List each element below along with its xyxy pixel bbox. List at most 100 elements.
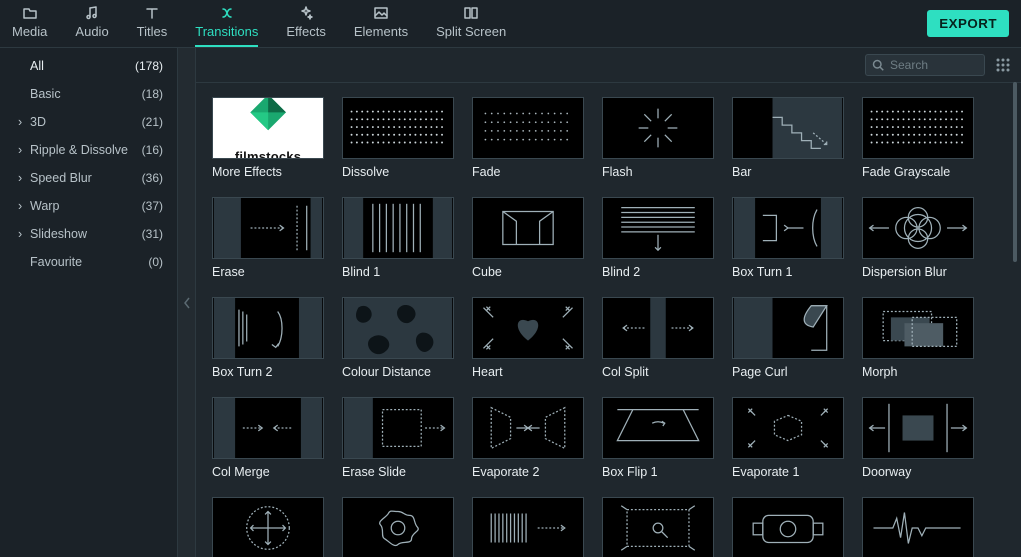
tab-elements[interactable]: Elements bbox=[354, 5, 408, 47]
category-ripple-dissolve[interactable]: ›Ripple & Dissolve(16) bbox=[0, 136, 177, 164]
category-label: Speed Blur bbox=[30, 171, 92, 185]
transition-item[interactable] bbox=[212, 497, 324, 557]
thumbnail bbox=[862, 197, 974, 259]
sidebar-collapse-handle[interactable] bbox=[178, 48, 196, 557]
transition-item[interactable]: Erase bbox=[212, 197, 324, 279]
transition-item[interactable]: Morph bbox=[862, 297, 974, 379]
tab-titles[interactable]: Titles bbox=[137, 5, 168, 47]
transition-label: Fade Grayscale bbox=[862, 165, 974, 179]
category-slideshow[interactable]: ›Slideshow(31) bbox=[0, 220, 177, 248]
thumbnail bbox=[732, 97, 844, 159]
transition-label: Cube bbox=[472, 265, 584, 279]
transition-label: Doorway bbox=[862, 465, 974, 479]
transition-item[interactable]: Doorway bbox=[862, 397, 974, 479]
chevron-right-icon: › bbox=[18, 199, 26, 213]
tab-effects[interactable]: Effects bbox=[286, 5, 326, 47]
transition-label: Box Turn 2 bbox=[212, 365, 324, 379]
transition-grid[interactable]: filmstocksMore EffectsDissolveFadeFlashB… bbox=[196, 83, 1021, 557]
category-count: (36) bbox=[142, 171, 163, 185]
search-box[interactable] bbox=[865, 54, 985, 76]
transition-label: Heart bbox=[472, 365, 584, 379]
export-button[interactable]: EXPORT bbox=[927, 10, 1009, 37]
transition-item[interactable] bbox=[342, 497, 454, 557]
thumbnail bbox=[602, 97, 714, 159]
tab-label: Audio bbox=[75, 24, 108, 39]
category-count: (0) bbox=[148, 255, 163, 269]
transition-item[interactable]: Erase Slide bbox=[342, 397, 454, 479]
thumbnail bbox=[732, 197, 844, 259]
transition-item[interactable] bbox=[862, 497, 974, 557]
transition-item[interactable]: Box Turn 1 bbox=[732, 197, 844, 279]
category-sidebar: All (178) Basic (18) ›3D(21)›Ripple & Dissol… bbox=[0, 48, 178, 557]
transition-item[interactable]: filmstocksMore Effects bbox=[212, 97, 324, 179]
transition-item[interactable]: Evaporate 1 bbox=[732, 397, 844, 479]
transition-label: Blind 1 bbox=[342, 265, 454, 279]
transition-label: Dispersion Blur bbox=[862, 265, 974, 279]
transition-item[interactable]: Box Flip 1 bbox=[602, 397, 714, 479]
category-all[interactable]: All (178) bbox=[0, 52, 177, 80]
transition-item[interactable] bbox=[602, 497, 714, 557]
chevron-right-icon: › bbox=[18, 143, 26, 157]
transition-item[interactable]: Fade Grayscale bbox=[862, 97, 974, 179]
category-favourite[interactable]: Favourite (0) bbox=[0, 248, 177, 276]
category-label: Slideshow bbox=[30, 227, 87, 241]
transition-item[interactable]: Page Curl bbox=[732, 297, 844, 379]
category-label: Warp bbox=[30, 199, 59, 213]
transition-item[interactable] bbox=[732, 497, 844, 557]
transition-item[interactable]: Bar bbox=[732, 97, 844, 179]
transition-item[interactable]: Dispersion Blur bbox=[862, 197, 974, 279]
category-label: Favourite bbox=[30, 255, 82, 269]
tab-list: Media Audio Titles Transitions Effects Elemen… bbox=[12, 0, 506, 47]
chevron-right-icon: › bbox=[18, 227, 26, 241]
thumbnail bbox=[342, 297, 454, 359]
category-basic[interactable]: Basic (18) bbox=[0, 80, 177, 108]
main-toolbar bbox=[196, 48, 1021, 83]
thumbnail bbox=[602, 297, 714, 359]
transition-item[interactable]: Col Merge bbox=[212, 397, 324, 479]
category-speed-blur[interactable]: › Speed Blur (36) bbox=[0, 164, 177, 192]
thumbnail bbox=[212, 397, 324, 459]
transition-item[interactable]: Flash bbox=[602, 97, 714, 179]
chevron-right-icon: › bbox=[18, 171, 26, 185]
category-label: Basic bbox=[30, 87, 61, 101]
transition-item[interactable]: Cube bbox=[472, 197, 584, 279]
thumbnail bbox=[862, 497, 974, 557]
category-label: All bbox=[30, 59, 44, 73]
tab-audio[interactable]: Audio bbox=[75, 5, 108, 47]
thumbnail bbox=[602, 197, 714, 259]
transition-item[interactable] bbox=[472, 497, 584, 557]
transition-item[interactable]: Colour Distance bbox=[342, 297, 454, 379]
transition-item[interactable]: Col Split bbox=[602, 297, 714, 379]
category-count: (21) bbox=[142, 115, 163, 129]
transition-label: Box Turn 1 bbox=[732, 265, 844, 279]
tab-label: Effects bbox=[286, 24, 326, 39]
transition-label: Fade bbox=[472, 165, 584, 179]
top-tab-bar: Media Audio Titles Transitions Effects Elemen… bbox=[0, 0, 1021, 48]
category-warp[interactable]: ›Warp(37) bbox=[0, 192, 177, 220]
transition-label: Erase Slide bbox=[342, 465, 454, 479]
thumbnail bbox=[342, 497, 454, 557]
thumbnail bbox=[602, 497, 714, 557]
transition-item[interactable]: Box Turn 2 bbox=[212, 297, 324, 379]
search-input[interactable] bbox=[888, 57, 978, 73]
main-panel: filmstocksMore EffectsDissolveFadeFlashB… bbox=[196, 48, 1021, 557]
transition-item[interactable]: Fade bbox=[472, 97, 584, 179]
category-count: (178) bbox=[135, 59, 163, 73]
thumbnail bbox=[862, 297, 974, 359]
grid-view-icon[interactable] bbox=[995, 57, 1011, 73]
tab-media[interactable]: Media bbox=[12, 5, 47, 47]
category-count: (18) bbox=[142, 87, 163, 101]
transition-item[interactable]: Blind 2 bbox=[602, 197, 714, 279]
transition-label: Box Flip 1 bbox=[602, 465, 714, 479]
vertical-scrollbar[interactable] bbox=[1013, 82, 1017, 262]
thumbnail bbox=[342, 97, 454, 159]
transition-item[interactable]: Blind 1 bbox=[342, 197, 454, 279]
tab-splitscreen[interactable]: Split Screen bbox=[436, 5, 506, 47]
transition-item[interactable]: Heart bbox=[472, 297, 584, 379]
tab-transitions[interactable]: Transitions bbox=[195, 5, 258, 47]
tab-label: Media bbox=[12, 24, 47, 39]
transition-item[interactable]: Dissolve bbox=[342, 97, 454, 179]
thumbnail bbox=[212, 197, 324, 259]
category-3d[interactable]: ›3D(21) bbox=[0, 108, 177, 136]
transition-item[interactable]: Evaporate 2 bbox=[472, 397, 584, 479]
